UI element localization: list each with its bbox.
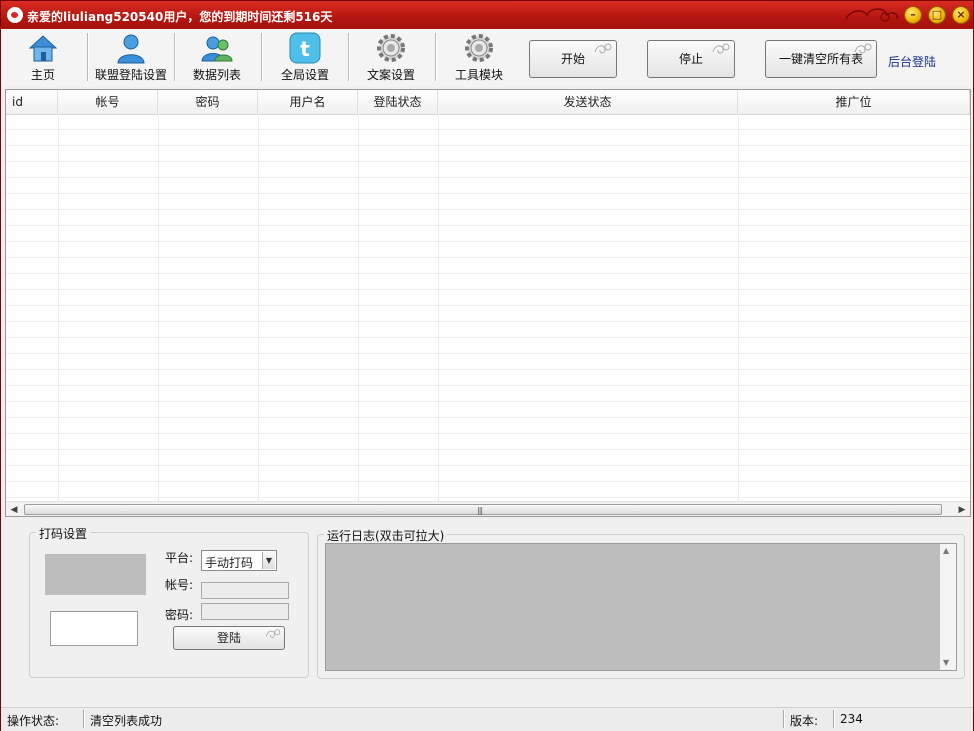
column-header-send-status[interactable]: 发送状态 [438, 90, 738, 114]
column-header-account[interactable]: 帐号 [58, 90, 158, 114]
column-header-id[interactable]: id [6, 90, 58, 114]
captcha-login-label: 登陆 [216, 631, 241, 645]
chevron-down-icon[interactable]: ▼ [262, 552, 275, 569]
stop-button-label: 停止 [678, 52, 703, 66]
data-list-button[interactable]: 数据列表 [181, 29, 253, 85]
users-icon [201, 36, 233, 62]
scrollbar-thumb[interactable]: ||| [24, 504, 942, 515]
app-window: 亲爱的liuliang520540用户，您的到期时间还剩516天 – □ × 主… [0, 0, 974, 731]
account-field[interactable] [201, 582, 289, 599]
twitter-bird-icon: t [289, 32, 321, 64]
status-separator [83, 710, 85, 728]
grid-body[interactable] [6, 114, 970, 501]
captcha-login-button[interactable]: 登陆 [173, 626, 285, 650]
gear-icon [377, 34, 405, 62]
toolbar-separator [261, 33, 263, 81]
column-header-login-status[interactable]: 登陆状态 [358, 90, 438, 114]
copywriting-settings-label: 文案设置 [366, 68, 415, 82]
horizontal-scrollbar[interactable]: ◀ ||| ▶ [6, 501, 970, 516]
data-list-label: 数据列表 [192, 68, 241, 82]
tool-module-button[interactable]: 工具模块 [445, 29, 513, 85]
grip-icon: ||| [477, 506, 483, 515]
operation-status-value: 清空列表成功 [90, 714, 163, 728]
operation-status-label: 操作状态: [7, 714, 60, 728]
captcha-input[interactable] [50, 611, 138, 646]
column-divider [738, 114, 739, 501]
version-value: 234 [840, 712, 863, 726]
toolbar: 主页 联盟登陆设置 数据列表 t 全局设置 文案设置 工具模块 开始 停止 一键… [1, 29, 973, 87]
window-title: 亲爱的liuliang520540用户，您的到期时间还剩516天 [27, 10, 333, 24]
copywriting-settings-button[interactable]: 文案设置 [357, 29, 425, 85]
close-button[interactable]: × [952, 6, 970, 24]
grid-header: id 帐号 密码 用户名 登陆状态 发送状态 推广位 [6, 90, 970, 115]
swirl-ornament-icon [265, 629, 281, 638]
version-label: 版本: [790, 714, 819, 728]
minimize-button[interactable]: – [904, 6, 922, 24]
maximize-button[interactable]: □ [928, 6, 946, 24]
column-divider [438, 114, 439, 501]
stop-button[interactable]: 停止 [647, 40, 735, 78]
toolbar-separator [435, 33, 437, 81]
status-separator [783, 710, 785, 728]
svg-text:t: t [300, 37, 310, 61]
column-header-password[interactable]: 密码 [158, 90, 258, 114]
status-bar: 操作状态: 清空列表成功 版本: 234 [1, 707, 973, 731]
captcha-settings-title: 打码设置 [36, 525, 91, 542]
run-log-textarea[interactable]: ▲ ▼ [325, 543, 957, 671]
column-divider [358, 114, 359, 501]
title-bar[interactable]: 亲爱的liuliang520540用户，您的到期时间还剩516天 – □ × [1, 1, 973, 29]
toolbar-separator [348, 33, 350, 81]
swirl-ornament-icon [594, 43, 612, 54]
password-field[interactable] [201, 603, 289, 620]
column-header-promotion-slot[interactable]: 推广位 [738, 90, 970, 114]
platform-label: 平台: [165, 551, 194, 565]
vertical-scrollbar[interactable]: ▲ ▼ [940, 544, 956, 670]
scroll-right-icon[interactable]: ▶ [957, 505, 967, 515]
home-icon [28, 35, 58, 62]
platform-select[interactable]: 手动打码 ▼ [201, 550, 277, 571]
column-divider [258, 114, 259, 501]
gear-icon [465, 34, 493, 62]
platform-select-value: 手动打码 [205, 556, 254, 570]
global-settings-button[interactable]: t 全局设置 [271, 29, 339, 85]
toolbar-separator [174, 33, 176, 81]
clear-all-tables-button[interactable]: 一键清空所有表 [765, 40, 877, 78]
scroll-down-icon[interactable]: ▼ [943, 658, 949, 667]
run-log-title: 运行日志(双击可拉大) [324, 527, 448, 544]
scroll-left-icon[interactable]: ◀ [9, 505, 19, 515]
scroll-up-icon[interactable]: ▲ [943, 546, 949, 555]
swirl-ornament-icon [712, 43, 730, 54]
account-label: 帐号: [165, 578, 194, 592]
backend-login-link[interactable]: 后台登陆 [888, 53, 936, 70]
home-label: 主页 [30, 68, 55, 82]
toolbar-separator [87, 33, 89, 81]
password-label: 密码: [165, 608, 194, 622]
start-button[interactable]: 开始 [529, 40, 617, 78]
column-divider [158, 114, 159, 501]
tool-module-label: 工具模块 [454, 68, 503, 82]
clear-all-tables-label: 一键清空所有表 [778, 52, 863, 66]
data-grid[interactable]: id 帐号 密码 用户名 登陆状态 发送状态 推广位 ◀ ||| ▶ [5, 89, 971, 517]
cloud-ornament-icon [845, 8, 899, 22]
user-icon [117, 34, 145, 64]
app-logo-icon [7, 7, 23, 23]
captcha-image [45, 554, 146, 595]
status-separator [833, 710, 835, 728]
start-button-label: 开始 [560, 52, 585, 66]
column-header-username[interactable]: 用户名 [258, 90, 358, 114]
home-button[interactable]: 主页 [15, 29, 71, 85]
column-divider [58, 114, 59, 501]
alliance-login-settings-button[interactable]: 联盟登陆设置 [91, 29, 171, 85]
global-settings-label: 全局设置 [280, 68, 329, 82]
alliance-login-settings-label: 联盟登陆设置 [94, 68, 167, 82]
swirl-ornament-icon [854, 43, 872, 54]
